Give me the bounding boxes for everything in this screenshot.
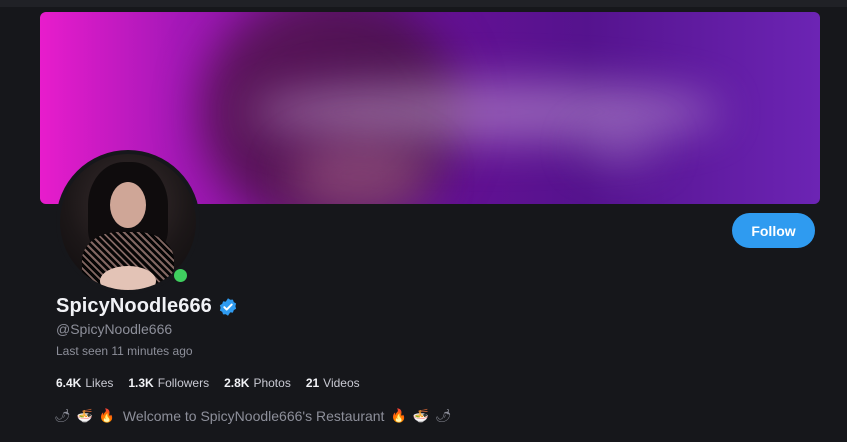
stat-value: 6.4K bbox=[56, 376, 82, 390]
display-name: SpicyNoodle666 bbox=[56, 295, 212, 317]
avatar-skin bbox=[100, 266, 156, 290]
fire-icon: 🔥 bbox=[390, 408, 407, 424]
last-seen-text: Last seen 11 minutes ago bbox=[56, 344, 193, 358]
stat-label: Videos bbox=[323, 376, 360, 390]
profile-stats: 6.4K Likes 1.3K Followers 2.8K Photos 21 Vid… bbox=[56, 376, 375, 390]
stat-label: Photos bbox=[253, 376, 291, 390]
noodle-bowl-icon: 🍜 bbox=[76, 408, 93, 424]
stat-label: Followers bbox=[157, 376, 210, 390]
username-handle: @SpicyNoodle666 bbox=[56, 321, 173, 337]
profile-bio: 🌶 🍜 🔥 Welcome to SpicyNoodle666's Restau… bbox=[54, 408, 457, 424]
name-row: SpicyNoodle666 bbox=[56, 295, 238, 318]
chili-pepper-icon: 🌶 bbox=[434, 408, 452, 424]
avatar-face bbox=[110, 182, 146, 228]
banner-blur-shape bbox=[580, 132, 660, 162]
banner-blur-shape bbox=[290, 142, 430, 204]
stat-value: 21 bbox=[305, 376, 320, 390]
chili-pepper-icon: 🌶 bbox=[54, 408, 71, 424]
stat-label: Likes bbox=[85, 376, 114, 390]
stat-value: 2.8K bbox=[224, 376, 250, 390]
noodle-bowl-icon: 🍜 bbox=[412, 408, 429, 424]
stat-followers[interactable]: 1.3K Followers bbox=[128, 376, 209, 390]
fire-icon: 🔥 bbox=[98, 408, 115, 424]
stat-value: 1.3K bbox=[128, 376, 154, 390]
stat-photos[interactable]: 2.8K Photos bbox=[224, 376, 291, 390]
verified-check-icon bbox=[218, 297, 238, 317]
follow-button[interactable]: Follow bbox=[732, 213, 815, 248]
bio-text: Welcome to SpicyNoodle666's Restaurant bbox=[122, 408, 385, 424]
online-status-indicator bbox=[172, 267, 189, 284]
stat-likes[interactable]: 6.4K Likes bbox=[56, 376, 113, 390]
banner-blur-shape bbox=[250, 82, 720, 142]
stat-videos[interactable]: 21 Videos bbox=[306, 376, 360, 390]
top-strip bbox=[0, 0, 847, 7]
